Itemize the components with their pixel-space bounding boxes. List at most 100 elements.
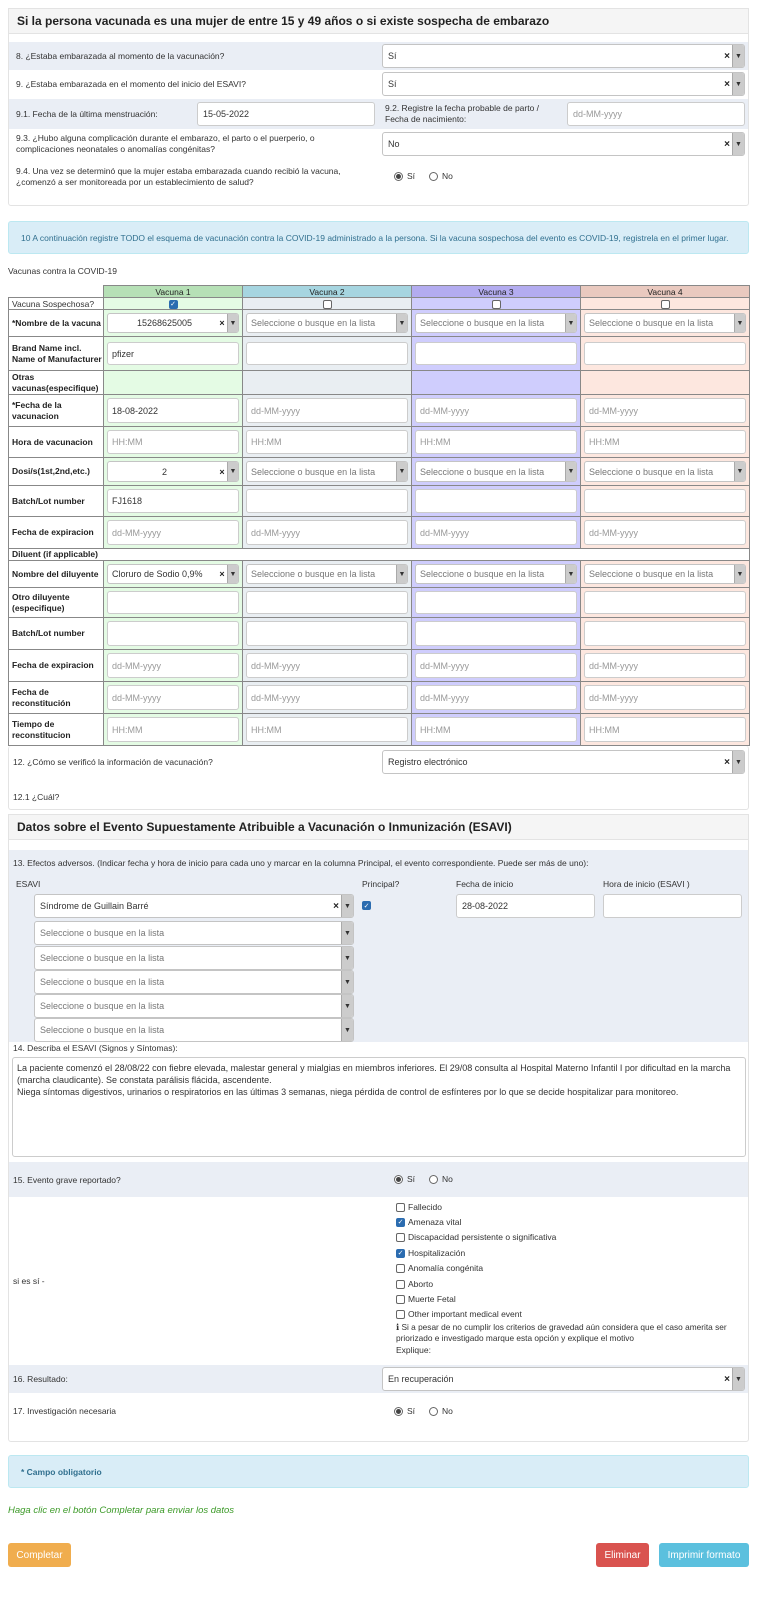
checkbox-amenaza-vital[interactable]: ✓ (396, 1217, 405, 1227)
checkbox-anomalia[interactable] (396, 1263, 405, 1273)
vaccine-4-brand-input[interactable] (584, 342, 746, 365)
vaccine-4-dose-select[interactable]: Seleccione o busque en la lista ▼ (584, 461, 746, 482)
vaccine-1-batch-input[interactable]: FJ1618 (107, 489, 239, 513)
vaccine-1-diluent-other-input[interactable] (107, 591, 239, 614)
vaccine-3-batch-input[interactable] (415, 489, 577, 513)
vaccine-3-hour-input[interactable]: HH:MM (415, 430, 577, 454)
vaccine-3-suspect-checkbox[interactable] (491, 299, 501, 309)
vaccine-2-date-input[interactable]: dd-MM-yyyy (246, 398, 408, 423)
clear-icon[interactable]: × (722, 1374, 732, 1385)
chevron-down-icon[interactable]: ▼ (396, 462, 407, 481)
vaccine-1-date-input[interactable]: 18-08-2022 (107, 398, 239, 423)
vaccine-4-name-select[interactable]: Seleccione o busque en la lista ▼ (584, 313, 746, 333)
vaccine-1-recon-time-input[interactable]: HH:MM (107, 717, 239, 742)
grave-option-1[interactable]: ✓ Amenaza vital (396, 1217, 461, 1227)
chevron-down-icon[interactable]: ▼ (341, 947, 353, 969)
chevron-down-icon[interactable]: ▼ (341, 995, 353, 1017)
vaccine-3-date-input[interactable]: dd-MM-yyyy (415, 398, 577, 423)
chevron-down-icon[interactable]: ▼ (341, 1019, 353, 1041)
vaccine-1-hour-input[interactable]: HH:MM (107, 430, 239, 454)
vaccine-3-recon-time-input[interactable]: HH:MM (415, 717, 577, 742)
chevron-down-icon[interactable]: ▼ (734, 462, 745, 481)
vaccine-1-brand-input[interactable]: pfizer (107, 342, 239, 365)
chevron-down-icon[interactable]: ▼ (734, 314, 745, 332)
vaccine-3-recon-date-input[interactable]: dd-MM-yyyy (415, 685, 577, 710)
q17-yes-radio[interactable] (394, 1406, 403, 1416)
vaccine-4-expiry-input[interactable]: dd-MM-yyyy (584, 520, 746, 545)
esavi-4-select[interactable]: Seleccione o busque en la lista ▼ (34, 970, 354, 994)
grave-option-2[interactable]: Discapacidad persistente o significativa (396, 1232, 556, 1242)
grave-option-6[interactable]: Muerte Fetal (396, 1294, 456, 1304)
q15-yes-radio[interactable] (394, 1174, 403, 1184)
vaccine-3-expiry-input[interactable]: dd-MM-yyyy (415, 520, 577, 545)
vaccine-3-diluent-batch-input[interactable] (415, 621, 577, 646)
chevron-down-icon[interactable]: ▼ (732, 73, 744, 95)
vaccine-4-batch-input[interactable] (584, 489, 746, 513)
grave-option-5[interactable]: Aborto (396, 1279, 433, 1289)
vaccine-2-batch-input[interactable] (246, 489, 408, 513)
vaccine-3-diluent-other-input[interactable] (415, 591, 577, 614)
vaccine-4-recon-time-input[interactable]: HH:MM (584, 717, 746, 742)
esavi-3-select[interactable]: Seleccione o busque en la lista ▼ (34, 946, 354, 970)
clear-icon[interactable]: × (331, 901, 341, 912)
q14-description-textarea[interactable]: La paciente comenzó el 28/08/22 con fieb… (12, 1057, 746, 1157)
vaccine-2-recon-time-input[interactable]: HH:MM (246, 717, 408, 742)
complete-button[interactable]: Completar (8, 1543, 71, 1567)
vaccine-4-suspect-checkbox[interactable] (660, 299, 670, 309)
vaccine-4-recon-date-input[interactable]: dd-MM-yyyy (584, 685, 746, 710)
vaccine-2-hour-input[interactable]: HH:MM (246, 430, 408, 454)
checkbox-discapacidad[interactable] (396, 1232, 405, 1242)
chevron-down-icon[interactable]: ▼ (565, 314, 576, 332)
chevron-down-icon[interactable]: ▼ (227, 314, 238, 332)
q8-select[interactable]: Sí × ▼ (382, 44, 745, 68)
vaccine-2-diluent-batch-input[interactable] (246, 621, 408, 646)
chevron-down-icon[interactable]: ▼ (565, 565, 576, 583)
chevron-down-icon[interactable]: ▼ (732, 1368, 744, 1390)
esavi-6-select[interactable]: Seleccione o busque en la lista ▼ (34, 1018, 354, 1042)
chevron-down-icon[interactable]: ▼ (341, 922, 353, 944)
vaccine-3-dose-select[interactable]: Seleccione o busque en la lista ▼ (415, 461, 577, 482)
grave-option-0[interactable]: Fallecido (396, 1202, 442, 1212)
vaccine-2-dose-select[interactable]: Seleccione o busque en la lista ▼ (246, 461, 408, 482)
q9-4-no-radio[interactable] (429, 171, 439, 181)
esavi-1-date-input[interactable]: 28-08-2022 (456, 894, 595, 918)
q9-1-date-input[interactable]: 15-05-2022 (197, 102, 375, 126)
vaccine-2-expiry-input[interactable]: dd-MM-yyyy (246, 520, 408, 545)
vaccine-3-brand-input[interactable] (415, 342, 577, 365)
vaccine-2-name-select[interactable]: Seleccione o busque en la lista ▼ (246, 313, 408, 333)
chevron-down-icon[interactable]: ▼ (732, 751, 744, 773)
vaccine-3-diluent-expiry-input[interactable]: dd-MM-yyyy (415, 653, 577, 678)
vaccine-4-diluent-select[interactable]: Seleccione o busque en la lista ▼ (584, 564, 746, 584)
chevron-down-icon[interactable]: ▼ (396, 565, 407, 583)
clear-icon[interactable]: × (217, 318, 227, 328)
q16-select[interactable]: En recuperación × ▼ (382, 1367, 745, 1391)
chevron-down-icon[interactable]: ▼ (396, 314, 407, 332)
chevron-down-icon[interactable]: ▼ (341, 971, 353, 993)
chevron-down-icon[interactable]: ▼ (227, 565, 238, 583)
vaccine-1-expiry-input[interactable]: dd-MM-yyyy (107, 520, 239, 545)
vaccine-1-suspect-checkbox[interactable]: ✓ (168, 299, 178, 309)
q9-select[interactable]: Sí × ▼ (382, 72, 745, 96)
vaccine-1-dose-select[interactable]: 2 × ▼ (107, 461, 239, 482)
vaccine-2-brand-input[interactable] (246, 342, 408, 365)
grave-option-7[interactable]: Other important medical event (396, 1309, 522, 1319)
vaccine-1-diluent-batch-input[interactable] (107, 621, 239, 646)
chevron-down-icon[interactable]: ▼ (732, 45, 744, 67)
vaccine-1-diluent-select[interactable]: Cloruro de Sodio 0,9% × ▼ (107, 564, 239, 584)
clear-icon[interactable]: × (217, 467, 227, 477)
checkbox-aborto[interactable] (396, 1279, 405, 1289)
chevron-down-icon[interactable]: ▼ (565, 462, 576, 481)
esavi-1-select[interactable]: Síndrome de Guillain Barré × ▼ (34, 894, 354, 918)
clear-icon[interactable]: × (217, 569, 227, 579)
chevron-down-icon[interactable]: ▼ (227, 462, 238, 481)
grave-option-4[interactable]: Anomalía congénita (396, 1263, 483, 1273)
vaccine-2-diluent-expiry-input[interactable]: dd-MM-yyyy (246, 653, 408, 678)
chevron-down-icon[interactable]: ▼ (732, 133, 744, 155)
vaccine-4-diluent-batch-input[interactable] (584, 621, 746, 646)
delete-button[interactable]: Eliminar (596, 1543, 649, 1567)
checkbox-other-event[interactable] (396, 1309, 405, 1319)
esavi-1-principal-checkbox[interactable]: ✓ (362, 901, 371, 910)
q15-no-radio[interactable] (429, 1174, 439, 1184)
vaccine-1-diluent-expiry-input[interactable]: dd-MM-yyyy (107, 653, 239, 678)
vaccine-2-recon-date-input[interactable]: dd-MM-yyyy (246, 685, 408, 710)
